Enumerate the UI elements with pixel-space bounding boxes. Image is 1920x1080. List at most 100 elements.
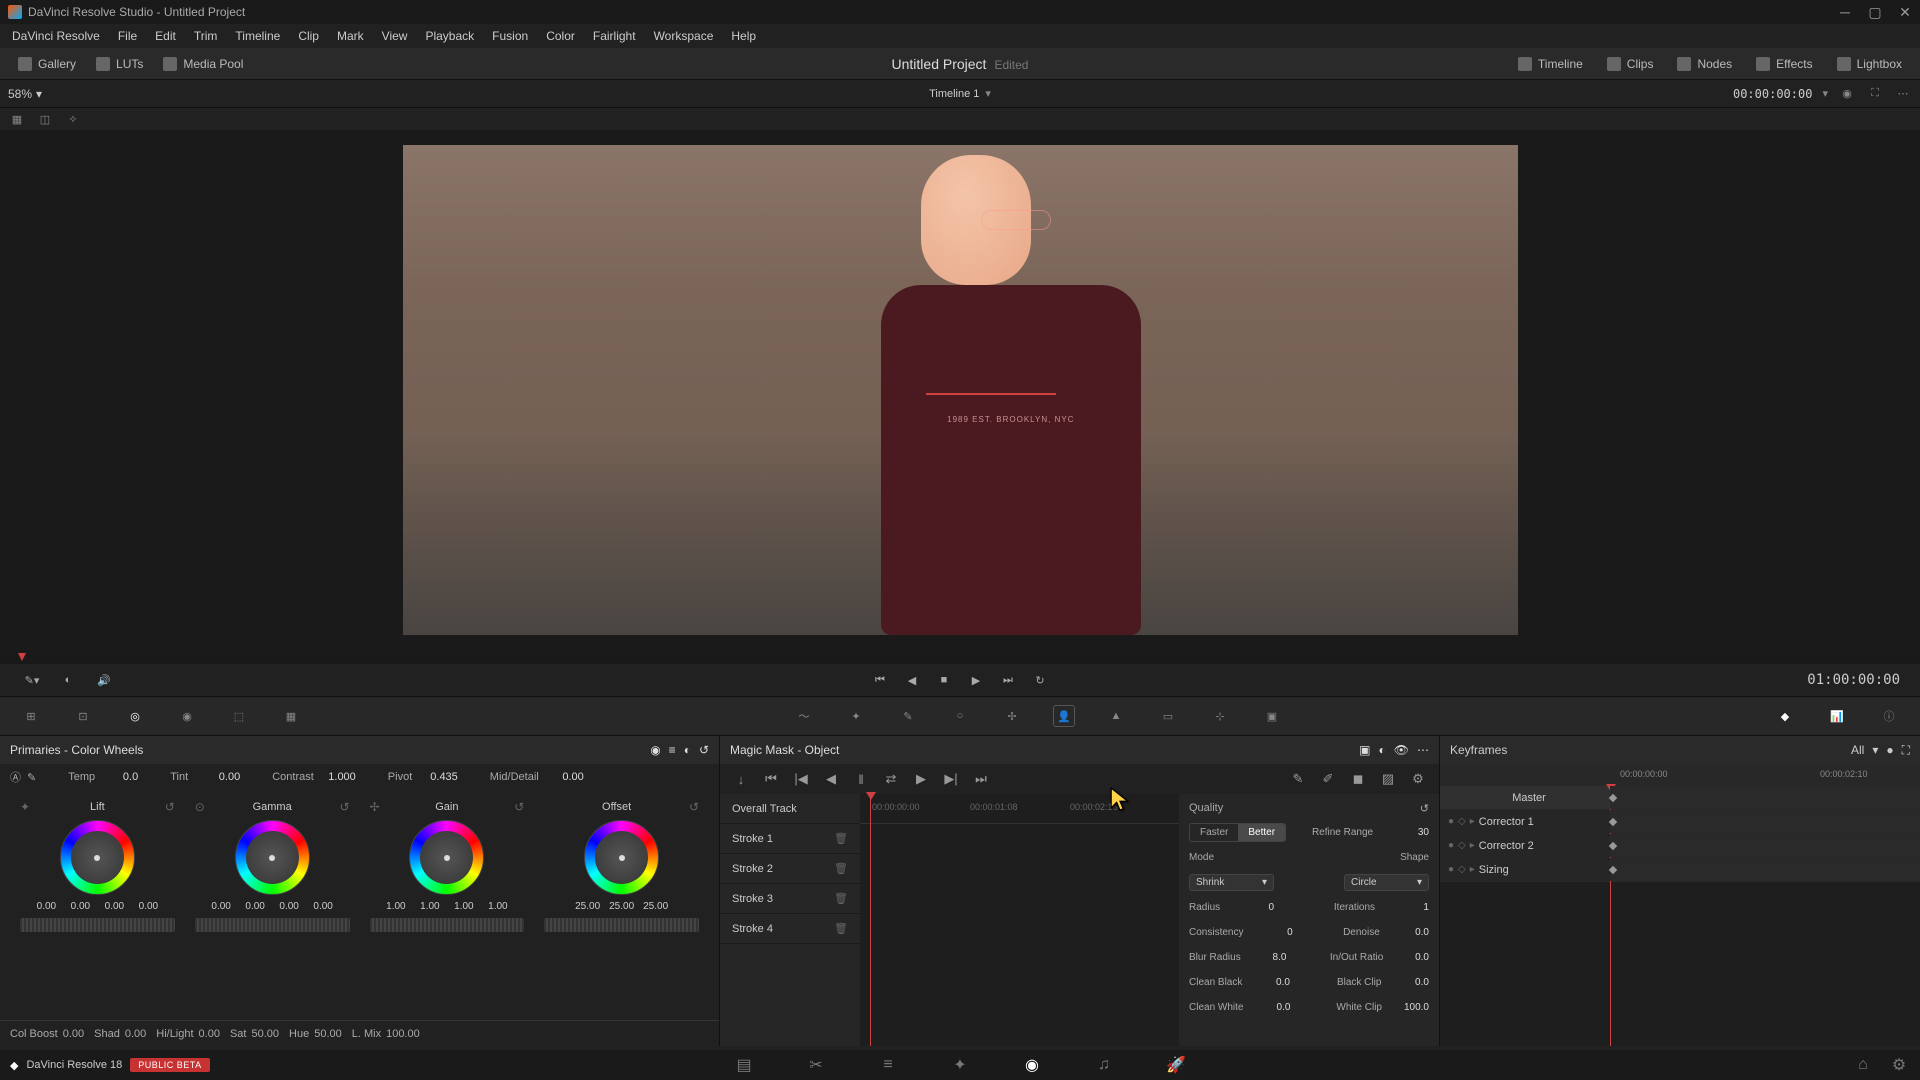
maximize-button[interactable]: ▢	[1860, 0, 1890, 24]
media-page-icon[interactable]: ▤	[733, 1054, 755, 1076]
edit-page-icon[interactable]: ≡	[877, 1054, 899, 1076]
expand-icon[interactable]: ⛶	[1866, 85, 1884, 103]
pick-white-icon[interactable]: ✎	[27, 771, 36, 784]
menu-file[interactable]: File	[110, 26, 145, 46]
mute-icon[interactable]: 🔊	[92, 668, 116, 692]
keyframe-icon[interactable]	[1609, 865, 1617, 873]
keyframe-icon[interactable]	[1609, 817, 1617, 825]
temp-value[interactable]: 0.0	[102, 771, 138, 783]
gain-b[interactable]: 1.00	[484, 901, 512, 912]
reset-icon[interactable]: ↺	[689, 800, 699, 814]
expand-icon[interactable]: ▸	[1470, 840, 1475, 851]
menu-mark[interactable]: Mark	[329, 26, 372, 46]
lock-icon[interactable]: ◇	[1458, 864, 1466, 875]
overlay-icon[interactable]: 👁	[1394, 743, 1409, 757]
menu-fairlight[interactable]: Fairlight	[585, 26, 644, 46]
gamma-y[interactable]: 0.00	[207, 901, 235, 912]
scopes-icon[interactable]: 📊	[1826, 705, 1848, 727]
menu-color[interactable]: Color	[538, 26, 583, 46]
track-both-icon[interactable]: ⇄	[880, 768, 902, 790]
lightbox-button[interactable]: Lightbox	[1827, 53, 1912, 75]
kf-sizing[interactable]: ●◇▸Sizing	[1440, 858, 1610, 881]
bypass-icon[interactable]: ◉	[1838, 85, 1856, 103]
picker-icon[interactable]: ✦	[20, 800, 30, 814]
show-paint-icon[interactable]: ▨	[1377, 768, 1399, 790]
nodes-button[interactable]: Nodes	[1667, 53, 1742, 75]
gain-r[interactable]: 1.00	[416, 901, 444, 912]
track-fwd-icon[interactable]: ▶	[910, 768, 932, 790]
color-wheels-icon[interactable]: ◎	[124, 705, 146, 727]
kf-lane[interactable]	[1610, 810, 1920, 833]
track-fwd-one-icon[interactable]: ▶|	[940, 768, 962, 790]
split-icon[interactable]: ◫	[36, 110, 54, 128]
lift-master-slider[interactable]	[20, 918, 175, 932]
track-rev-all-icon[interactable]: ⏮	[760, 768, 782, 790]
key-icon[interactable]: ▭	[1157, 705, 1179, 727]
timeline-name[interactable]: Timeline 1	[929, 88, 979, 100]
gain-g[interactable]: 1.00	[450, 901, 478, 912]
pivot-value[interactable]: 0.435	[422, 771, 458, 783]
tint-value[interactable]: 0.00	[204, 771, 240, 783]
3d-icon[interactable]: ▣	[1261, 705, 1283, 727]
inout-value[interactable]: 0.0	[1399, 952, 1429, 963]
gamma-g[interactable]: 0.00	[275, 901, 303, 912]
transport-timecode[interactable]: 01:00:00:00	[1807, 672, 1900, 688]
refine-value[interactable]: 30	[1399, 827, 1429, 838]
lmix-value[interactable]: 100.00	[386, 1028, 420, 1040]
hue-value[interactable]: 50.00	[314, 1028, 342, 1040]
warper-icon[interactable]: ✦	[845, 705, 867, 727]
offset-master-slider[interactable]	[544, 918, 699, 932]
lift-b[interactable]: 0.00	[134, 901, 162, 912]
kf-master-label[interactable]: Master	[1440, 786, 1610, 809]
menu-davinci[interactable]: DaVinci Resolve	[4, 26, 108, 46]
color-match-icon[interactable]: ⊡	[72, 705, 94, 727]
menu-fusion[interactable]: Fusion	[484, 26, 536, 46]
iter-value[interactable]: 1	[1399, 902, 1429, 913]
shape-select[interactable]: Circle▾	[1344, 874, 1429, 891]
cwhite-value[interactable]: 0.0	[1260, 1002, 1290, 1013]
lift-r[interactable]: 0.00	[66, 901, 94, 912]
menu-help[interactable]: Help	[723, 26, 764, 46]
first-frame-button[interactable]: ⏮	[868, 668, 892, 692]
menu-workspace[interactable]: Workspace	[646, 26, 722, 46]
kf-all-label[interactable]: All	[1851, 743, 1864, 757]
chevron-down-icon[interactable]: ▾	[985, 87, 991, 100]
picker-icon[interactable]: ⊙	[195, 800, 205, 814]
fairlight-page-icon[interactable]: ♫	[1093, 1054, 1115, 1076]
info-icon[interactable]: ⓘ	[1878, 705, 1900, 727]
pause-tracking-icon[interactable]: ‖	[850, 768, 872, 790]
menu-edit[interactable]: Edit	[147, 26, 184, 46]
jump-start-icon[interactable]: ↓	[730, 768, 752, 790]
lock-icon[interactable]: ◇	[1458, 816, 1466, 827]
camera-raw-icon[interactable]: ⊞	[20, 705, 42, 727]
radius-value[interactable]: 0	[1244, 902, 1274, 913]
lift-g[interactable]: 0.00	[100, 901, 128, 912]
gain-wheel[interactable]	[409, 820, 484, 895]
rgb-mixer-icon[interactable]: ⬚	[228, 705, 250, 727]
deliver-page-icon[interactable]: 🚀	[1165, 1054, 1187, 1076]
stroke-row[interactable]: Stroke 4🗑	[720, 914, 860, 944]
invert-icon[interactable]: ◐	[1379, 743, 1386, 757]
kf-lane[interactable]	[1610, 786, 1920, 809]
colboost-value[interactable]: 0.00	[63, 1028, 84, 1040]
hdr-wheels-icon[interactable]: ◉	[176, 705, 198, 727]
keyframe-icon[interactable]	[1609, 793, 1617, 801]
better-option[interactable]: Better	[1238, 824, 1285, 841]
window-icon[interactable]: ○	[949, 705, 971, 727]
gain-y[interactable]: 1.00	[382, 901, 410, 912]
stroke-playhead[interactable]	[870, 794, 871, 1046]
mediapool-button[interactable]: Media Pool	[153, 53, 253, 75]
enable-icon[interactable]: ●	[1448, 864, 1454, 875]
stroke-timeline[interactable]: 00:00:00:00 00:00:01:08 00:00:02:16	[860, 794, 1179, 1046]
trash-icon[interactable]: 🗑	[834, 832, 848, 845]
blur-value[interactable]: 8.0	[1256, 952, 1286, 963]
kf-ruler[interactable]: 00:00:00:00 00:00:02:10	[1440, 764, 1920, 786]
viewer[interactable]: 1989 EST. BROOKLYN, NYC	[0, 130, 1920, 650]
log-mode-icon[interactable]: ◐	[684, 743, 691, 757]
wclip-value[interactable]: 100.0	[1399, 1002, 1429, 1013]
unmix-icon[interactable]: ◐	[56, 668, 80, 692]
track-rev-icon[interactable]: ◀	[820, 768, 842, 790]
lock-icon[interactable]: ◇	[1458, 840, 1466, 851]
kf-lane[interactable]	[1610, 834, 1920, 857]
fusion-page-icon[interactable]: ✦	[949, 1054, 971, 1076]
